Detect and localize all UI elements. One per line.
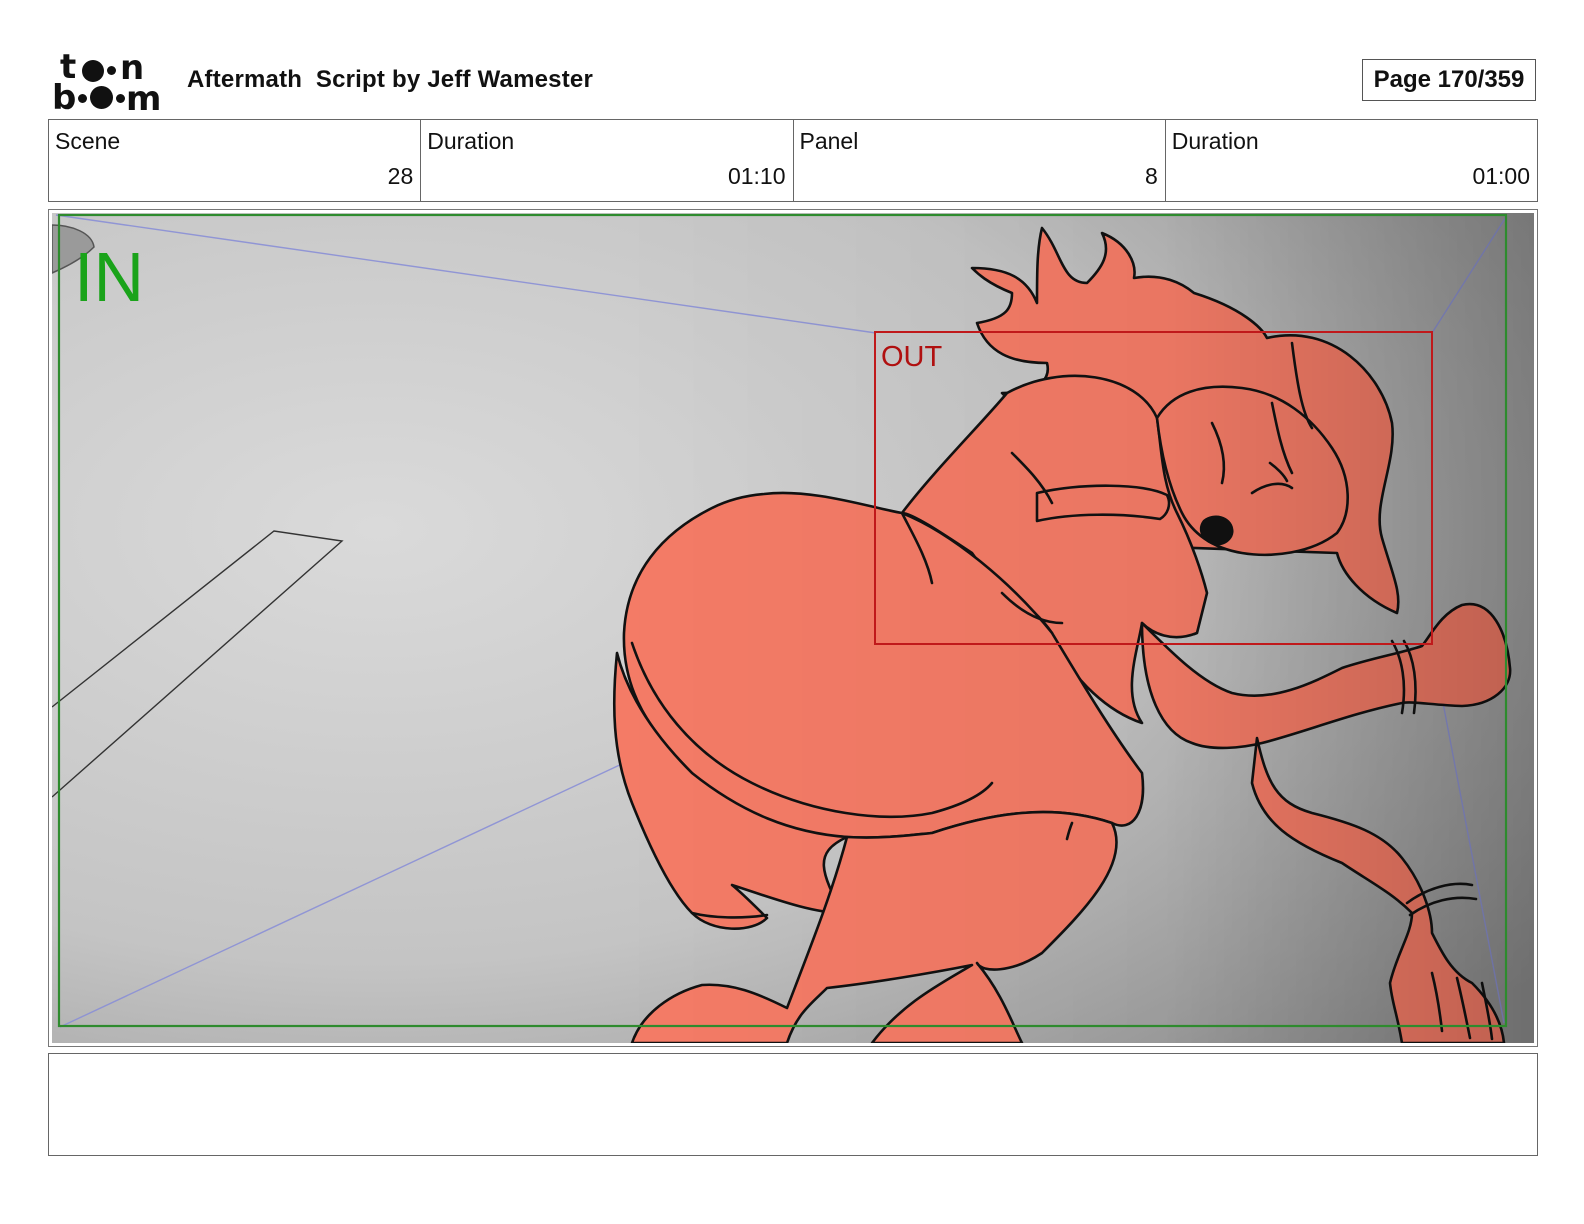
panel-notes-box <box>48 1053 1538 1156</box>
toonboom-logo: t n b m <box>52 47 162 119</box>
out-label: OUT <box>881 341 943 373</box>
panel-duration-value: 01:00 <box>1472 163 1530 189</box>
scene-value: 28 <box>387 163 414 189</box>
scene-label: Scene <box>55 128 121 154</box>
panel-value: 8 <box>1144 163 1158 189</box>
storyboard-panel-drawing: OUT IN <box>52 213 1534 1043</box>
panel-cell: Panel 8 <box>794 120 1166 201</box>
scene-duration-label: Duration <box>427 128 515 154</box>
scene-duration-value: 01:10 <box>727 163 786 189</box>
in-label: IN <box>74 238 144 316</box>
page-indicator: Page 170/359 <box>1362 59 1536 101</box>
scene-duration-cell: Duration 01:10 <box>421 120 794 201</box>
panel-duration-label: Duration <box>1171 128 1259 154</box>
scene-cell: Scene 28 <box>49 120 422 201</box>
panel-duration-cell: Duration 01:00 <box>1166 120 1537 201</box>
document-title: Aftermath Script by Jeff Wamester <box>187 66 594 93</box>
scene-info-row: Scene 28 Duration 01:10 Panel 8 Duration… <box>48 119 1538 202</box>
panel-label: Panel <box>799 128 859 154</box>
